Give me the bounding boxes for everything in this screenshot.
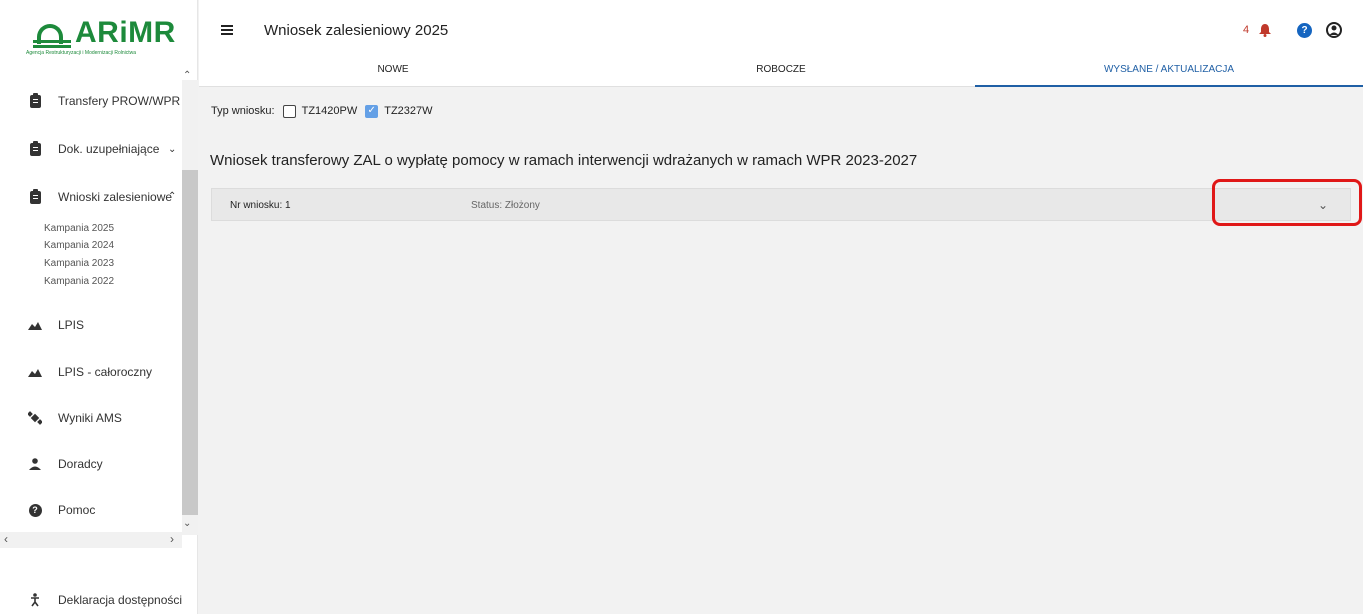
logo-text: ARiMR — [75, 16, 176, 49]
scroll-down-icon[interactable]: ⌄ — [183, 518, 191, 529]
clipboard-icon — [28, 188, 42, 204]
clipboard-icon — [28, 140, 42, 156]
sidebar-item-wyniki-ams[interactable]: Wyniki AMS — [0, 406, 182, 430]
help-icon[interactable]: ? — [1297, 23, 1312, 38]
logo-subtitle: Agencja Restrukturyzacji i Modernizacji … — [26, 50, 137, 56]
sidebar-item-label: Pomoc — [58, 503, 96, 517]
person-icon — [28, 457, 42, 471]
highlight-annotation — [1212, 179, 1362, 226]
sidebar-item-lpis-caloroczny[interactable]: LPIS - całoroczny — [0, 360, 182, 384]
arimr-logo[interactable]: ARiMR — [33, 18, 176, 48]
sidebar-item-dok-uzupelniajace[interactable]: Dok. uzupełniające ⌄ — [0, 137, 182, 161]
logo-area: ARiMR Agencja Restrukturyzacji i Moderni… — [0, 0, 198, 66]
tab-bar: NOWE ROBOCZE WYSŁANE / AKTUALIZACJA — [199, 58, 1363, 87]
checkbox-label: TZ2327W — [384, 105, 433, 117]
sidebar-item-label: Doradcy — [58, 457, 103, 471]
sidebar-subitem-kampania-2022[interactable]: Kampania 2022 — [44, 276, 114, 287]
top-bar: Wniosek zalesieniowy 2025 4 ? NOWE ROBOC… — [199, 0, 1363, 87]
scroll-right-icon[interactable]: › — [170, 532, 174, 546]
sidebar-item-pomoc[interactable]: ? Pomoc — [0, 498, 182, 522]
scroll-up-icon[interactable]: ⌃ — [183, 70, 191, 81]
sidebar-item-label: Wyniki AMS — [58, 411, 122, 425]
sidebar-item-wnioski-zalesieniowe[interactable]: Wnioski zalesieniowe ⌃ — [0, 185, 182, 209]
application-type-filter: Typ wniosku: TZ1420PW ✓ TZ2327W — [211, 103, 433, 119]
sidebar: ARiMR Agencja Restrukturyzacji i Moderni… — [0, 0, 198, 614]
accessibility-icon — [28, 593, 42, 607]
filter-label: Typ wniosku: — [211, 105, 275, 117]
sidebar-item-deklaracja-dostepnosci[interactable]: Deklaracja dostępności — [0, 588, 182, 612]
page-title: Wniosek zalesieniowy 2025 — [264, 22, 449, 39]
sidebar-subitem-kampania-2024[interactable]: Kampania 2024 — [44, 240, 114, 251]
logo-mark-icon — [33, 18, 75, 48]
bell-icon[interactable] — [1259, 24, 1271, 37]
help-circle-icon: ? — [28, 503, 42, 517]
application-status: Status: Złożony — [471, 200, 540, 211]
terrain-icon — [28, 365, 42, 379]
tab-robocze[interactable]: ROBOCZE — [587, 58, 975, 87]
sidebar-subitem-kampania-2025[interactable]: Kampania 2025 — [44, 223, 114, 234]
checkbox-tz1420pw[interactable] — [282, 104, 296, 118]
tab-wyslane-aktualizacja[interactable]: WYSŁANE / AKTUALIZACJA — [975, 58, 1363, 87]
sidebar-item-label: Dok. uzupełniające — [58, 142, 160, 156]
sidebar-item-label: Transfery PROW/WPR — [58, 94, 181, 108]
checkbox-tz2327w[interactable]: ✓ — [365, 104, 379, 118]
sidebar-scroll-thumb[interactable] — [182, 170, 198, 515]
scroll-left-icon[interactable]: ‹ — [4, 532, 8, 546]
chevron-up-icon: ⌃ — [168, 191, 177, 202]
tab-nowe[interactable]: NOWE — [199, 58, 587, 87]
chevron-down-icon: ⌄ — [168, 143, 177, 155]
terrain-icon — [28, 318, 42, 332]
application-row[interactable]: Nr wniosku: 1 Status: Złożony ⌄ — [211, 188, 1351, 221]
sidebar-item-transfery[interactable]: Transfery PROW/WPR — [0, 89, 182, 113]
checkbox-label: TZ1420PW — [301, 105, 358, 117]
sidebar-item-doradcy[interactable]: Doradcy — [0, 452, 182, 476]
sidebar-item-label: Deklaracja dostępności — [58, 593, 183, 607]
section-title: Wniosek transferowy ZAL o wypłatę pomocy… — [210, 152, 918, 169]
sidebar-hscroll-track[interactable] — [0, 532, 182, 548]
hamburger-menu-icon[interactable] — [221, 25, 233, 37]
sidebar-item-label: LPIS - całoroczny — [58, 365, 153, 379]
satellite-icon — [28, 411, 42, 425]
application-number: Nr wniosku: 1 — [230, 200, 291, 211]
sidebar-item-lpis[interactable]: LPIS — [0, 313, 182, 337]
sidebar-item-label: LPIS — [58, 318, 85, 332]
sidebar-item-label: Wnioski zalesieniowe — [58, 190, 173, 204]
sidebar-subitem-kampania-2023[interactable]: Kampania 2023 — [44, 258, 114, 269]
user-account-icon[interactable] — [1326, 22, 1342, 38]
clipboard-icon — [28, 92, 42, 108]
notification-count: 4 — [1243, 24, 1250, 36]
